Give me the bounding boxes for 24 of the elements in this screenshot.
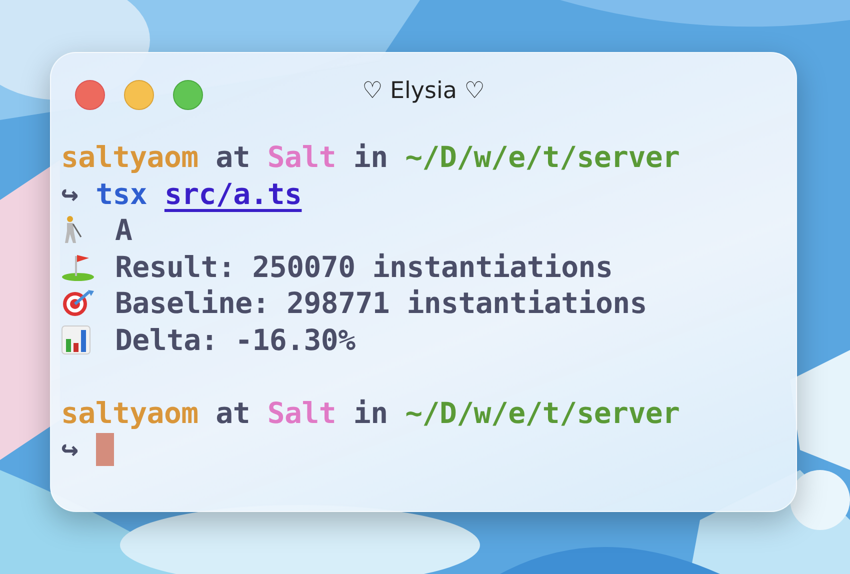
- window-title: ♡ Elysia ♡: [362, 78, 485, 104]
- prompt-word: at: [216, 140, 250, 174]
- bar-chart-icon: [61, 324, 91, 355]
- prompt-arrow: ↪: [61, 176, 78, 211]
- minimize-button[interactable]: [124, 80, 154, 110]
- user-name: saltyaom: [61, 140, 198, 174]
- target-icon: [61, 288, 95, 318]
- directory-path: ~/D/w/e/t/server: [405, 140, 680, 174]
- close-button[interactable]: [75, 80, 105, 110]
- prompt-arrow: ↪: [61, 432, 78, 466]
- prompt-word: in: [353, 140, 388, 174]
- output-text: Delta: -16.30%: [115, 322, 356, 357]
- output-text: Result: 250070 instantiations: [115, 250, 613, 284]
- host-name: Salt: [267, 140, 336, 174]
- file-link[interactable]: src/a.ts: [164, 176, 302, 211]
- user-name: saltyaom: [61, 396, 198, 430]
- prompt-word: in: [353, 396, 388, 430]
- command-name: tsx: [96, 176, 148, 211]
- output-text: Baseline: 298771 instantiations: [115, 286, 647, 320]
- prompt-word: at: [216, 396, 250, 430]
- host-name: Salt: [267, 396, 336, 430]
- output-text: A: [115, 213, 132, 248]
- zoom-button[interactable]: [173, 80, 203, 110]
- directory-path: ~/D/w/e/t/server: [405, 396, 680, 430]
